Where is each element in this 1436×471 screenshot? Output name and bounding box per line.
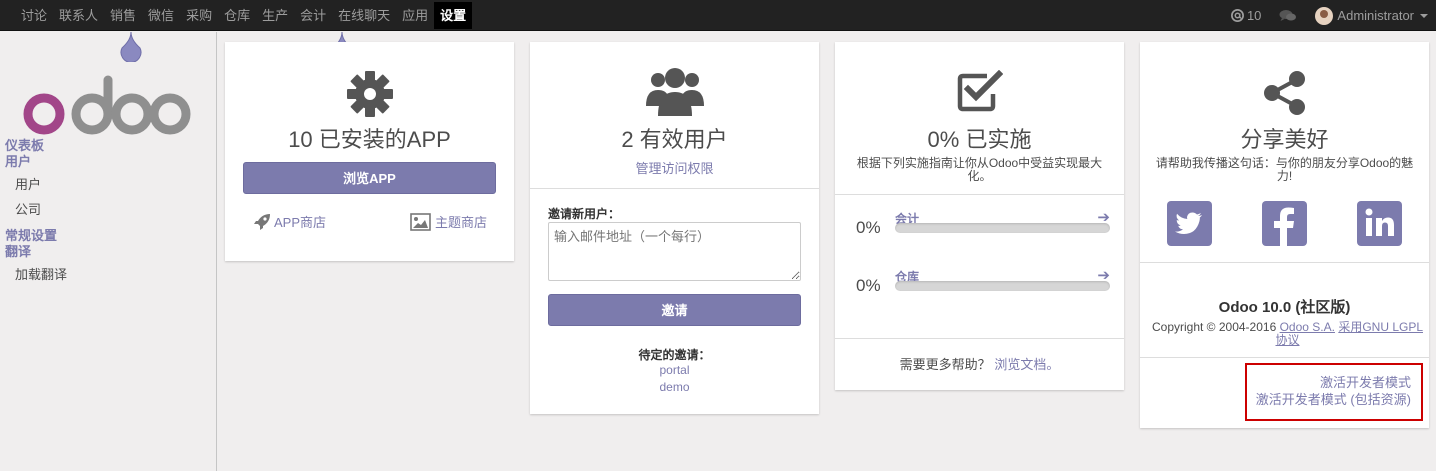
share-title: 分享美好 (1240, 127, 1329, 152)
app-store-link[interactable]: APP商店 (253, 212, 326, 231)
implementation-subtitle: 根据下列实施指南让你从Odoo中受益实现最大化。 (856, 156, 1103, 183)
invite-label: 邀请新用户： (548, 207, 621, 221)
menu-livechat[interactable]: 在线聊天 (332, 0, 396, 31)
menu-discuss[interactable]: 讨论 (15, 0, 53, 31)
progress-bar (895, 281, 1110, 291)
user-menu[interactable]: Administrator (1315, 6, 1428, 25)
invite-email-input[interactable] (548, 222, 801, 281)
divider (835, 194, 1124, 195)
linkedin-share-button[interactable] (1357, 201, 1402, 246)
menu-wechat[interactable]: 微信 (142, 0, 180, 31)
sidebar-item-load-translation[interactable]: 加载翻译 (0, 262, 216, 287)
odoo-sa-link[interactable]: Odoo S.A. (1280, 320, 1335, 334)
pending-user-link[interactable]: demo (530, 380, 819, 394)
linkedin-icon (1365, 208, 1394, 236)
menu-sales[interactable]: 销售 (104, 0, 142, 31)
divider (530, 188, 819, 189)
mentions-count: 10 (1246, 8, 1262, 23)
divider (835, 338, 1124, 339)
topbar-systray: 10 Administrator (1212, 0, 1428, 31)
progress-step-inventory[interactable]: 0% 仓库 ➔ (835, 267, 1124, 298)
apps-card: 10 已安装的APP 浏览APP APP商店 主题商店 (225, 42, 514, 261)
user-name: Administrator (1337, 8, 1414, 23)
check-square-icon (957, 70, 1003, 112)
sidebar-section-translations: 翻译 (5, 244, 32, 259)
share-icon (1263, 71, 1305, 115)
progress-step-accounting[interactable]: 0% 会计 ➔ (835, 209, 1124, 240)
version-info: Odoo 10.0 (社区版) (1218, 299, 1351, 316)
progress-bar (895, 223, 1110, 233)
implementation-card: 0% 已实施 根据下列实施指南让你从Odoo中受益实现最大化。 0% 会计 ➔ … (835, 42, 1124, 390)
facebook-icon (1274, 207, 1294, 246)
twitter-icon (1175, 212, 1202, 234)
comments-icon (1279, 9, 1297, 21)
menu-settings[interactable]: 设置 (434, 2, 473, 29)
gear-icon (346, 71, 393, 117)
app-store-label: APP商店 (274, 215, 327, 230)
pending-user-link[interactable]: portal (530, 363, 819, 377)
users-icon (645, 68, 704, 116)
tour-tip-drop[interactable] (118, 32, 144, 62)
user-avatar (1315, 6, 1334, 25)
share-card: 分享美好 请帮助我传播这句话：与你的朋友分享Odoo的魅力! Odoo 10.0… (1140, 42, 1429, 428)
progress-percent: 0% (856, 276, 881, 295)
implementation-title: 0% 已实施 (927, 127, 1032, 152)
mentions-button[interactable]: 10 (1230, 8, 1261, 23)
odoo-logo (23, 75, 191, 135)
menu-inventory[interactable]: 仓库 (218, 0, 256, 31)
menu-purchase[interactable]: 采购 (180, 0, 218, 31)
help-footer: 需要更多帮助？ 浏览文档。 (835, 354, 1124, 373)
sidebar: 仪表板 用户 用户 公司 常规设置 翻译 加载翻译 (0, 32, 217, 471)
chat-button[interactable] (1279, 9, 1297, 23)
at-icon (1230, 9, 1244, 22)
copyright-line: Copyright © 2004-2016 Odoo S.A. 采用GNU LG… (1150, 321, 1425, 347)
manage-access-rights-link[interactable]: 管理访问权限 (530, 158, 819, 177)
installed-apps-title: 10 已安装的APP (288, 127, 451, 152)
browse-docs-link[interactable]: 浏览文档。 (994, 357, 1059, 372)
copyright-text: Copyright © 2004-2016 (1151, 320, 1277, 334)
facebook-share-button[interactable] (1262, 201, 1307, 246)
active-users-title: 2 有效用户 (621, 127, 728, 152)
rocket-icon (254, 213, 270, 230)
invite-button[interactable]: 邀请 (548, 294, 801, 326)
users-card: 2 有效用户 管理访问权限 邀请新用户： 邀请 待定的邀请： portal de… (530, 42, 819, 414)
top-menu: 讨论 联系人 销售 微信 采购 仓库 生产 会计 在线聊天 应用 设置 (15, 0, 473, 31)
sidebar-section-users: 用户 (5, 154, 32, 169)
theme-store-label: 主题商店 (435, 215, 488, 230)
twitter-share-button[interactable] (1167, 201, 1212, 246)
sidebar-item-companies[interactable]: 公司 (0, 197, 216, 222)
divider (1140, 357, 1429, 358)
developer-mode-box: 激活开发者模式 激活开发者模式 (包括资源) (1245, 363, 1423, 421)
sidebar-item-general-settings[interactable]: 常规设置 (0, 228, 216, 244)
menu-contacts[interactable]: 联系人 (53, 0, 104, 31)
activate-developer-mode-link[interactable]: 激活开发者模式 (1247, 374, 1411, 391)
progress-percent: 0% (856, 218, 881, 237)
share-subtitle: 请帮助我传播这句话：与你的朋友分享Odoo的魅力! (1155, 156, 1414, 183)
pending-invitations-label: 待定的邀请： (638, 348, 711, 362)
top-navbar: 讨论 联系人 销售 微信 采购 仓库 生产 会计 在线聊天 应用 设置 10 A… (0, 0, 1436, 31)
sidebar-item-dashboard[interactable]: 仪表板 (0, 138, 216, 154)
activate-developer-mode-assets-link[interactable]: 激活开发者模式 (包括资源) (1247, 391, 1411, 408)
settings-side-menu: 仪表板 用户 用户 公司 常规设置 翻译 加载翻译 (0, 138, 216, 287)
help-text: 需要更多帮助？ (899, 357, 991, 372)
menu-apps[interactable]: 应用 (396, 0, 434, 31)
sidebar-item-users[interactable]: 用户 (0, 172, 216, 197)
image-icon (410, 212, 431, 231)
theme-store-link[interactable]: 主题商店 (410, 212, 487, 231)
chevron-down-icon (1420, 13, 1428, 18)
menu-accounting[interactable]: 会计 (294, 0, 332, 31)
divider (1140, 262, 1429, 263)
browse-apps-button[interactable]: 浏览APP (243, 162, 496, 194)
menu-manufacturing[interactable]: 生产 (256, 0, 294, 31)
